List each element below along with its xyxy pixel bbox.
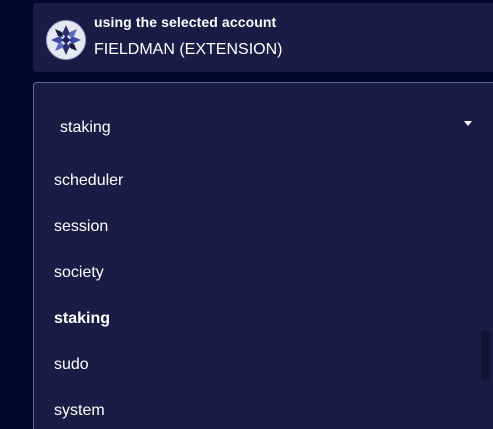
dropdown-selected-value[interactable]: staking: [60, 119, 111, 137]
menu-item-session[interactable]: session: [54, 215, 108, 239]
dropdown-menu: scheduler session society staking sudo s…: [34, 151, 493, 429]
menu-scrollbar-track[interactable]: [481, 149, 490, 429]
module-dropdown[interactable]: staking scheduler session society stakin…: [33, 82, 493, 429]
menu-item-sudo[interactable]: sudo: [54, 353, 89, 377]
identicon-icon: [47, 21, 85, 59]
menu-item-staking[interactable]: staking: [54, 307, 110, 331]
menu-item-system[interactable]: system: [54, 399, 105, 423]
menu-item-scheduler[interactable]: scheduler: [54, 169, 123, 193]
account-name: FIELDMAN (EXTENSION): [94, 41, 283, 58]
selected-account-card[interactable]: using the selected account FIELDMAN (EXT…: [33, 3, 493, 72]
account-caption: using the selected account: [94, 14, 277, 30]
extrinsic-page: using the selected account FIELDMAN (EXT…: [0, 0, 493, 429]
menu-scrollbar-thumb[interactable]: [481, 330, 490, 381]
caret-down-icon[interactable]: [464, 121, 472, 126]
menu-item-society[interactable]: society: [54, 261, 104, 285]
account-avatar-identicon-icon: [46, 20, 86, 60]
